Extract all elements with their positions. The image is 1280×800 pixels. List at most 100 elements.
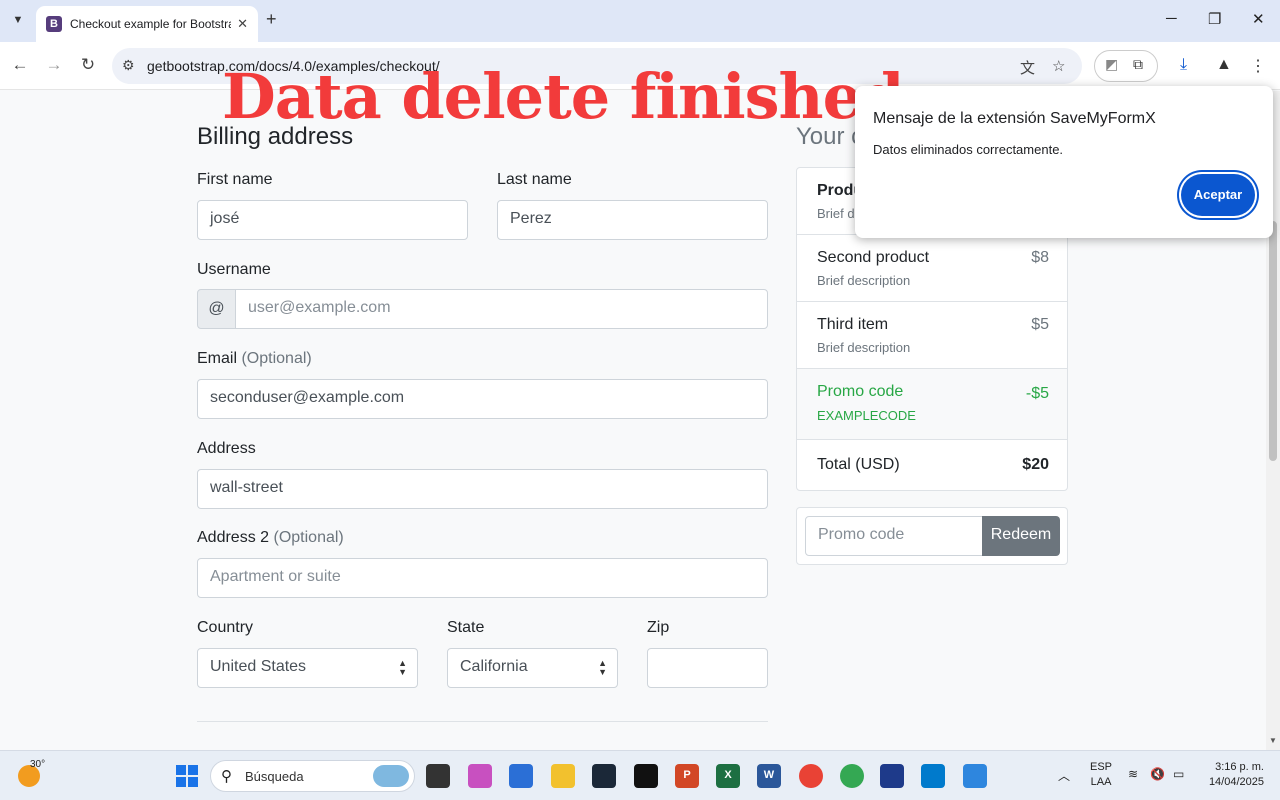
promo-code: EXAMPLECODE [817, 408, 916, 423]
address2-field[interactable]: Apartment or suite [197, 558, 768, 598]
username-field[interactable]: user@example.com [235, 289, 768, 329]
tray-chevron-up-icon[interactable]: ︿ [1058, 767, 1070, 784]
translate-icon[interactable]: 文 [1020, 57, 1035, 78]
window-close-button[interactable]: ✕ [1252, 10, 1265, 28]
lang-line1: ESP [1090, 761, 1113, 773]
promo-price: -$5 [1025, 385, 1049, 402]
taskbar: 30° ⚲ Búsqueda P X W ︿ ESP LAA ≋ 🔇 ▭ 3:16… [0, 750, 1280, 800]
battery-icon[interactable]: ▭ [1173, 767, 1184, 781]
scrollbar-thumb[interactable] [1269, 221, 1277, 461]
tab-close-icon[interactable]: ✕ [237, 16, 248, 32]
address-field[interactable]: wall-street [197, 469, 768, 509]
taskbar-search[interactable]: ⚲ Búsqueda [210, 760, 415, 792]
address-label: Address [197, 440, 256, 457]
site-info-icon[interactable]: ⚙ [122, 57, 135, 74]
username-label: Username [197, 261, 271, 278]
first-name-label: First name [197, 171, 273, 188]
forward-arrow-icon[interactable]: → [43, 55, 65, 75]
reload-icon[interactable]: ↻ [77, 55, 99, 75]
username-prefix: @ [197, 289, 236, 329]
select-updown-icon: ▲ ▼ [598, 658, 607, 677]
powerpoint-icon[interactable]: P [675, 764, 699, 788]
steam-icon[interactable] [592, 764, 616, 788]
volume-muted-icon[interactable]: 🔇 [1150, 767, 1165, 781]
scroll-down-arrow-icon[interactable]: ▼ [1269, 736, 1277, 745]
email-label-text: Email [197, 350, 238, 367]
extensions-group: ◩ ⧉ [1094, 50, 1158, 82]
extension-alert-dialog: Mensaje de la extensión SaveMyFormX Dato… [855, 86, 1273, 238]
dialog-title: Mensaje de la extensión SaveMyFormX [873, 110, 1156, 127]
chrome-icon[interactable] [840, 764, 864, 788]
promo-row: Promo code EXAMPLECODE -$5 [797, 369, 1067, 440]
total-value: $20 [1022, 456, 1049, 473]
form-divider [197, 721, 768, 722]
download-icon[interactable]: ⤓ [1180, 56, 1187, 74]
dialog-message: Datos eliminados correctamente. [873, 142, 1064, 157]
puzzle-extensions-icon[interactable]: ⧉ [1133, 56, 1143, 73]
zip-label: Zip [647, 619, 670, 636]
wifi-icon[interactable]: ≋ [1128, 767, 1138, 781]
select-updown-icon: ▲ ▼ [398, 658, 407, 677]
list-item: Third item Brief description $5 [797, 302, 1067, 369]
savemyform-extension-icon[interactable]: ◩ [1105, 56, 1118, 73]
language-indicator[interactable]: ESP LAA [1090, 760, 1112, 790]
last-name-field[interactable]: Perez [497, 200, 768, 240]
tab-strip: ▼ B Checkout example for Bootstrap ✕ + ─… [0, 0, 1280, 42]
redeem-button[interactable]: Redeem [982, 516, 1060, 556]
vscode-icon[interactable] [921, 764, 945, 788]
email-label: Email (Optional) [197, 350, 312, 368]
item-price: $5 [1031, 316, 1049, 333]
tab-checkout[interactable]: B Checkout example for Bootstrap ✕ [36, 6, 258, 42]
word-icon[interactable]: W [757, 764, 781, 788]
total-label: Total (USD) [817, 456, 900, 473]
sql-server-icon[interactable] [880, 764, 904, 788]
promo-code-input[interactable]: Promo code [805, 516, 983, 556]
minimize-button[interactable]: ─ [1166, 10, 1177, 27]
profile-icon[interactable]: ▲ [1216, 56, 1232, 74]
search-highlight-image [373, 765, 409, 787]
restore-button[interactable]: ❐ [1208, 10, 1221, 28]
copilot-icon[interactable] [468, 764, 492, 788]
item-desc: Brief description [817, 273, 911, 288]
total-row: Total (USD) $20 [797, 440, 1067, 490]
tab-title: Checkout example for Bootstrap [70, 17, 232, 31]
search-icon: ⚲ [221, 768, 232, 785]
search-placeholder: Búsqueda [245, 769, 304, 784]
epic-games-icon[interactable] [634, 764, 658, 788]
email-optional: (Optional) [241, 350, 312, 367]
state-value: California [460, 658, 528, 675]
chrome-profile-icon[interactable] [799, 764, 823, 788]
email-field[interactable]: seconduser@example.com [197, 379, 768, 419]
accept-button[interactable]: Aceptar [1181, 174, 1255, 216]
zip-field[interactable] [647, 648, 768, 688]
bootstrap-favicon-icon: B [46, 16, 62, 32]
first-name-field[interactable]: josé [197, 200, 468, 240]
address2-label: Address 2 (Optional) [197, 529, 344, 547]
app-icon[interactable] [963, 764, 987, 788]
state-label: State [447, 619, 485, 636]
store-icon[interactable] [509, 764, 533, 788]
state-select[interactable]: California ▲ ▼ [447, 648, 618, 688]
back-arrow-icon[interactable]: ← [9, 55, 31, 75]
clock-time: 3:16 p. m. [1215, 761, 1264, 773]
redeem-form: Promo code Redeem [796, 507, 1068, 565]
country-value: United States [210, 658, 307, 675]
country-label: Country [197, 619, 254, 636]
start-button[interactable] [176, 765, 198, 787]
clock[interactable]: 3:16 p. m. 14/04/2025 [1200, 760, 1264, 790]
new-tab-button[interactable]: + [266, 9, 277, 30]
more-menu-icon[interactable]: ⋮ [1250, 56, 1266, 76]
bookmark-star-icon[interactable]: ☆ [1052, 57, 1065, 75]
item-price: $8 [1031, 249, 1049, 266]
item-name: Third item [817, 316, 889, 333]
tab-search-chevron-icon[interactable]: ▼ [6, 8, 30, 32]
clock-date: 14/04/2025 [1208, 776, 1264, 788]
item-name: Second product [817, 249, 930, 266]
address2-optional: (Optional) [273, 529, 344, 546]
task-view-icon[interactable] [426, 764, 450, 788]
overlay-banner: Data delete finished [222, 60, 904, 133]
lang-line2: LAA [1090, 776, 1112, 788]
file-explorer-icon[interactable] [551, 764, 575, 788]
excel-icon[interactable]: X [716, 764, 740, 788]
country-select[interactable]: United States ▲ ▼ [197, 648, 418, 688]
